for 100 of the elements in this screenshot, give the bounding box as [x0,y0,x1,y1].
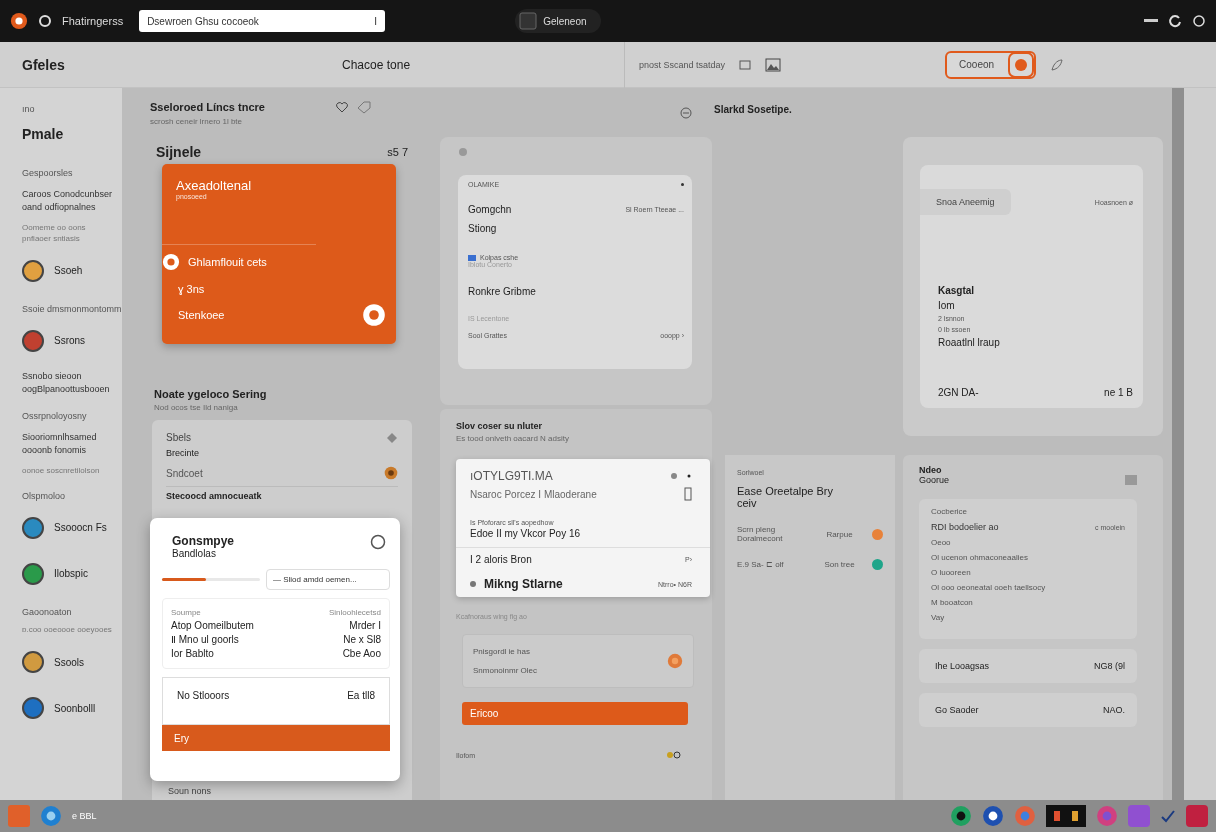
card-meta: ɣ 3ns [177,283,206,295]
dot-icon [458,147,468,157]
detail-row[interactable]: Ihe Looagsas NG8 (9l [919,649,1137,683]
section-subtitle: scrosh ceneir lrnero 1l bte [150,117,244,126]
card-title: Axeadoltenal [175,178,253,193]
input-field[interactable]: Pnisgordl ie has Snmonoinmr Olec [462,634,694,688]
leaf-icon[interactable] [1050,57,1065,72]
sidebar-note: Oomeme oo oons pnfiaoer sntiasis [22,223,87,244]
ball-icon [667,653,683,669]
detail-line: Oeoo [931,538,952,547]
section-title: Slarkd Sosetipe. [713,103,793,117]
app-icon [1096,805,1118,827]
app-name: Fhatirngerss [62,15,124,27]
sidebar-caption: Ssoie dmsmonmontomm [22,303,122,314]
panel-title: Ease Oreetalpe Bry ceiv [737,485,834,509]
dialog-title: Gonsmpye [172,534,234,548]
sidebar-item[interactable]: Soonbolll [54,702,96,714]
input-field[interactable]: — Sliod amdd oemen... [266,569,390,590]
app-icon[interactable] [1046,805,1086,827]
sidebar-caption: Ossrpnoloyosny [22,411,88,422]
dots-icon[interactable] [670,473,692,479]
sidebar-text: Siooriomnlhsamed oooonb fonomis [22,431,98,457]
status-row[interactable]: E.9 Sa- ⊏ olf Son tree [737,559,883,570]
card-label: Roaatlnl lraup [938,337,1001,348]
card-subtitle: Iom [938,300,956,311]
detail-row[interactable]: Go Saoder NAO. [919,693,1137,727]
table-cell: Atop Oomeilbutem [171,620,254,631]
minimize-icon[interactable] [1144,19,1158,23]
chip-icon [468,254,476,261]
address-field[interactable]: Dsewroen Ghsu cocoeok I [139,10,386,32]
square-icon[interactable] [739,59,752,70]
card-footer: Stenkoee [178,309,225,321]
card-subtitle: Stiong [468,223,498,234]
primary-button[interactable]: Ericoo [462,702,688,725]
section-subtitle: Es tood onlveth oacard N adsity [456,434,570,443]
refresh-icon[interactable] [1168,14,1182,28]
card-value: ne 1 B [1104,387,1133,398]
app-logo-icon [10,12,28,30]
check-icon[interactable] [1160,808,1176,824]
card-heading: Ronkre Gribme [468,286,537,297]
detail-line: Ol ucenon ohmaconeaalies [931,553,1029,562]
card-title: Sbels [166,432,191,444]
detail-line: O luooreen [931,568,972,577]
section-subtitle: Nod ocos tse Ild naniga [154,403,239,412]
table-cell: Ⅱ Mno ul goorls [171,634,239,645]
sidebar-item[interactable]: Ilobspic [54,568,88,580]
sidebar-item[interactable]: Ssooocn Fs [54,522,107,534]
tag-icon[interactable] [356,100,372,114]
app-icon [982,805,1004,827]
card-footer: Soun nons [168,786,212,796]
card-title: Cocberice [931,507,968,516]
sidebar-item[interactable]: Ssoeh [54,265,83,277]
panel-subtitle: Goorue [919,475,950,485]
ring-icon [162,253,180,271]
card-label: Sijnele [156,144,202,160]
card-title: Kasgtal [938,285,976,296]
taskbar-label: e BBL [72,811,97,821]
confirm-button[interactable]: Ery [162,725,390,751]
sidebar-caption: Gaoonoaton [22,606,73,617]
diamond-icon[interactable] [386,432,398,444]
sidebar-text: Caroos Conodcunbser oand odfiopnalnes [22,188,114,214]
column-header: Sinloohlecetsd [328,608,381,617]
bin-icon[interactable] [684,487,692,501]
card-text: Nsaroc Porcez I Mlaoderane [470,488,597,500]
detail-line: Ol ooo oeoneatal ooeh taellsocy [931,583,1047,592]
sidebar-title: Pmale [22,126,65,142]
sidebar-item[interactable]: Ssools [54,656,84,668]
badge-icon [362,303,386,327]
section-title: Noate ygeloco Sering [154,388,268,400]
header-title: Chacoe tone [342,57,412,72]
circle-icon[interactable] [370,534,386,550]
column-header: Soumpe [171,608,201,617]
heart-icon[interactable] [336,101,348,113]
status-row[interactable]: Scrn pleng Doralmecont Rarpue [737,525,883,543]
app-icon [1014,805,1036,827]
row-label: Sndcoet [166,467,203,479]
table-cell: Ior Bablto [171,648,214,659]
action-button[interactable]: Cooeon [945,50,1037,79]
dot-icon [1014,57,1029,72]
header-hint: pnost Sscand tsatday [639,59,726,70]
app-icon [950,805,972,827]
detail-line: M booatcon [931,598,974,607]
section-title: Slov coser su nluter [456,421,544,431]
page-title: Gfeles [22,56,66,73]
sidebar-note: ɒ.coo ooeoooe ooeyooes [22,624,113,636]
tab[interactable]: Geleneon [515,9,601,33]
card-detail: Edoe II my Vkcor Poy 16 [470,528,582,539]
image-icon[interactable] [765,57,782,72]
card-heading: RDI bodoelier ao [931,522,999,532]
panel-title: Ndeo [919,465,943,475]
sidebar-caption: Olspmoloo [22,490,67,501]
card-subtitle: Brecinte [166,448,201,458]
table-cell: Cbe Aoo [342,648,381,659]
back-link[interactable]: ıno [22,104,122,114]
minus-circle-icon[interactable] [680,106,692,119]
card-text: Ghlamflouit cets [188,256,267,268]
sidebar-item[interactable]: Ssrons [54,335,86,347]
scrollbar[interactable] [1172,88,1184,800]
count-label: s5 7 [387,146,408,158]
chip[interactable]: Snoa Aneemig [920,189,1011,215]
